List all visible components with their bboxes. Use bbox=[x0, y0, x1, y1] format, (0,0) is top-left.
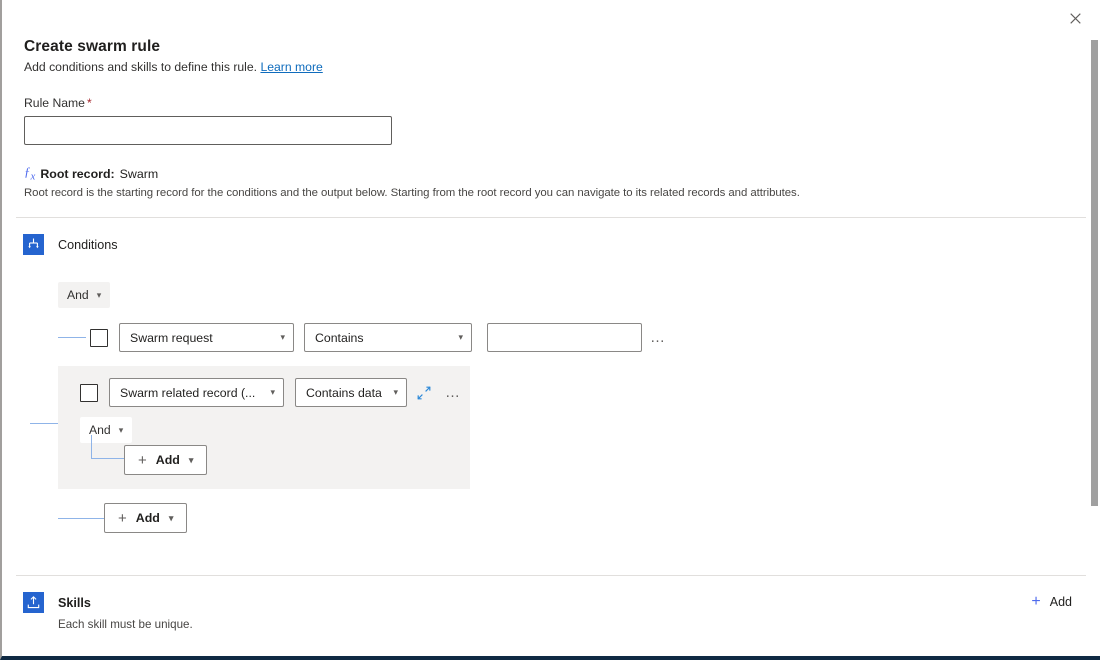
condition-row-checkbox[interactable] bbox=[90, 329, 108, 347]
conditions-title: Conditions bbox=[58, 238, 118, 252]
chevron-down-icon: ▾ bbox=[189, 456, 194, 465]
nested-operator-value: Contains data bbox=[306, 386, 382, 400]
nested-condition-group-wrapper: Swarm related record (... ▾ Contains dat… bbox=[58, 366, 1100, 489]
nested-row-checkbox[interactable] bbox=[80, 384, 98, 402]
root-record-block: ƒx Root record: Swarm Root record is the… bbox=[2, 145, 1100, 199]
condition-row-overflow-menu[interactable]: … bbox=[642, 330, 674, 345]
nested-row-overflow-menu[interactable]: … bbox=[437, 385, 469, 400]
condition-operator-dropdown[interactable]: Contains ▾ bbox=[304, 323, 472, 352]
collapse-glyph bbox=[417, 386, 431, 400]
conditions-add-button[interactable]: + Add ▾ bbox=[104, 503, 187, 533]
conditions-add-label: Add bbox=[136, 511, 160, 525]
conditions-body: And ▾ Swarm request ▾ Contains ▾ … bbox=[2, 255, 1100, 533]
root-record-label: Root record: bbox=[40, 167, 114, 181]
condition-row: Swarm request ▾ Contains ▾ … bbox=[58, 323, 1100, 352]
plus-icon: + bbox=[118, 511, 127, 526]
nested-condition-row: Swarm related record (... ▾ Contains dat… bbox=[80, 378, 470, 407]
outer-operator-dropdown[interactable]: And ▾ bbox=[58, 282, 110, 308]
chevron-down-icon: ▾ bbox=[97, 291, 102, 300]
subtitle-text: Add conditions and skills to define this… bbox=[24, 60, 257, 74]
add-connector-line bbox=[58, 518, 104, 519]
skills-subtitle: Each skill must be unique. bbox=[2, 613, 1100, 631]
skills-add-label: Add bbox=[1050, 595, 1072, 609]
close-glyph bbox=[1070, 13, 1081, 24]
rule-name-label: Rule Name* bbox=[24, 96, 1100, 110]
root-record-line: ƒx Root record: Swarm bbox=[24, 165, 1100, 182]
row-connector-line bbox=[58, 337, 86, 338]
close-icon[interactable] bbox=[1060, 4, 1090, 32]
page-subtitle: Add conditions and skills to define this… bbox=[24, 60, 1100, 74]
skills-upload-icon bbox=[23, 592, 44, 613]
panel-header: Create swarm rule Add conditions and ski… bbox=[2, 0, 1100, 74]
required-asterisk: * bbox=[87, 96, 92, 110]
root-record-value: Swarm bbox=[120, 167, 159, 181]
nested-add-wrapper: + Add ▾ bbox=[80, 445, 470, 475]
conditions-add-row: + Add ▾ bbox=[58, 503, 1100, 533]
chevron-down-icon: ▾ bbox=[458, 333, 463, 342]
function-icon: ƒx bbox=[24, 165, 35, 182]
root-record-description: Root record is the starting record for t… bbox=[24, 187, 1100, 199]
plus-icon: + bbox=[1031, 594, 1040, 610]
nested-add-connector-elbow bbox=[91, 435, 124, 459]
upload-glyph bbox=[27, 596, 40, 609]
skills-title: Skills bbox=[58, 596, 91, 610]
nested-operator-dropdown[interactable]: Contains data ▾ bbox=[295, 378, 407, 407]
nested-add-label: Add bbox=[156, 453, 180, 467]
conditions-section-header: Conditions bbox=[2, 218, 1100, 255]
outer-operator-label: And bbox=[67, 288, 89, 302]
chevron-down-icon: ▾ bbox=[119, 426, 124, 435]
collapse-arrows-icon[interactable] bbox=[417, 386, 431, 400]
condition-field-dropdown[interactable]: Swarm request ▾ bbox=[119, 323, 294, 352]
create-swarm-rule-panel: Create swarm rule Add conditions and ski… bbox=[0, 0, 1100, 660]
nested-operator-row: And ▾ bbox=[80, 417, 470, 443]
chevron-down-icon: ▾ bbox=[169, 514, 174, 523]
skills-section: Skills Each skill must be unique. + Add bbox=[2, 576, 1100, 631]
nested-group-connector-line bbox=[30, 423, 58, 424]
nested-condition-group: Swarm related record (... ▾ Contains dat… bbox=[58, 366, 470, 489]
nested-add-button[interactable]: + Add ▾ bbox=[124, 445, 207, 475]
branch-glyph bbox=[27, 238, 40, 251]
chevron-down-icon: ▾ bbox=[393, 388, 398, 397]
condition-value-input[interactable] bbox=[487, 323, 642, 352]
chevron-down-icon: ▾ bbox=[280, 333, 285, 342]
learn-more-link[interactable]: Learn more bbox=[260, 60, 322, 74]
conditions-branch-icon bbox=[23, 234, 44, 255]
skills-section-header: Skills bbox=[2, 576, 1100, 613]
condition-field-value: Swarm request bbox=[130, 331, 213, 345]
chevron-down-icon: ▾ bbox=[270, 388, 275, 397]
nested-field-value: Swarm related record (... bbox=[120, 386, 255, 400]
rule-name-label-text: Rule Name bbox=[24, 96, 85, 110]
page-title: Create swarm rule bbox=[24, 38, 1100, 56]
rule-name-field-group: Rule Name* bbox=[2, 74, 1100, 145]
condition-operator-value: Contains bbox=[315, 331, 364, 345]
nested-field-dropdown[interactable]: Swarm related record (... ▾ bbox=[109, 378, 284, 407]
rule-name-input[interactable] bbox=[24, 116, 392, 145]
skills-add-button[interactable]: + Add bbox=[1031, 594, 1072, 610]
plus-icon: + bbox=[138, 453, 147, 468]
